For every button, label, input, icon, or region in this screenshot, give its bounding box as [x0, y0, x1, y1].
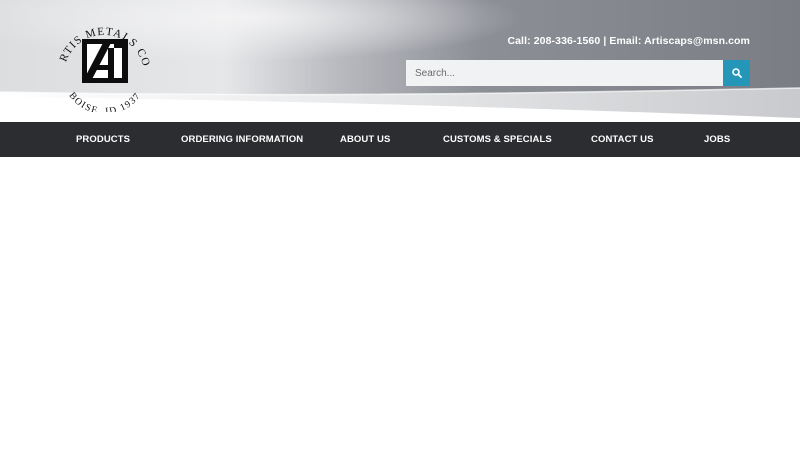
logo-mark	[82, 39, 128, 83]
brand-location: BOISE, ID 1937	[67, 90, 142, 112]
nav-item-contact-us[interactable]: CONTACT US	[591, 122, 654, 157]
svg-text:BOISE, ID 1937: BOISE, ID 1937	[67, 90, 144, 112]
page: ARTIS METALS CO. BOISE, ID 1937 Call: 20…	[0, 0, 800, 450]
search-form	[406, 60, 750, 86]
nav-item-about-us[interactable]: ABOUT US	[340, 122, 390, 157]
company-logo[interactable]: ARTIS METALS CO. BOISE, ID 1937	[52, 8, 156, 112]
site-header: ARTIS METALS CO. BOISE, ID 1937 Call: 20…	[0, 0, 800, 122]
contact-info: Call: 208-336-1560 | Email: Artiscaps@ms…	[507, 35, 750, 47]
nav-item-customs-specials[interactable]: CUSTOMS & SPECIALS	[443, 122, 552, 157]
main-navigation: PRODUCTS ORDERING INFORMATION ABOUT US C…	[0, 122, 800, 157]
search-button[interactable]	[723, 60, 750, 86]
nav-item-ordering-information[interactable]: ORDERING INFORMATION	[181, 122, 303, 157]
nav-item-products[interactable]: PRODUCTS	[76, 122, 130, 157]
nav-item-jobs[interactable]: JOBS	[704, 122, 730, 157]
search-input[interactable]	[406, 60, 723, 86]
search-icon	[731, 68, 742, 78]
main-content	[0, 157, 800, 450]
